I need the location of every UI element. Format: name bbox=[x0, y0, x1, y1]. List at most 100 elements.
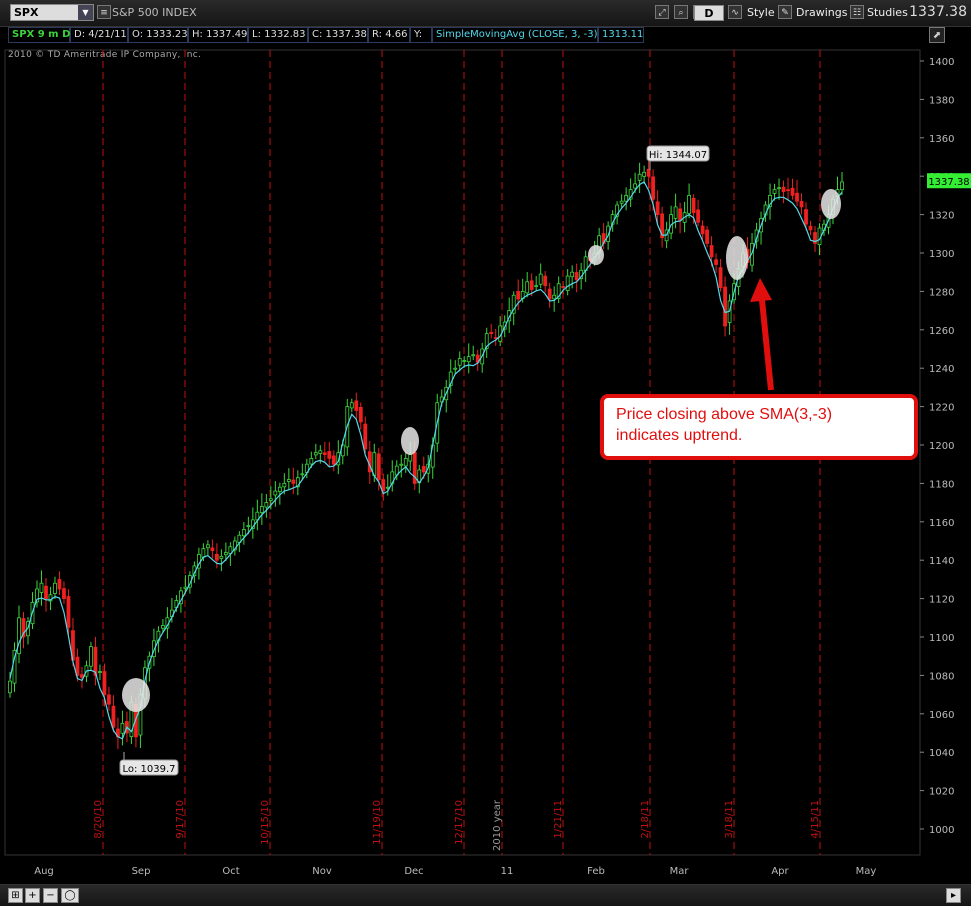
arrow-head bbox=[750, 278, 772, 302]
up-candle-body bbox=[408, 454, 413, 462]
down-candle-body bbox=[291, 479, 296, 484]
down-candle-body bbox=[516, 291, 521, 300]
down-candle-body bbox=[80, 674, 84, 678]
down-candle-body bbox=[651, 176, 656, 200]
down-candle-body bbox=[529, 280, 534, 290]
down-candle-body bbox=[799, 200, 804, 208]
up-candle-body bbox=[201, 548, 206, 558]
down-candle-body bbox=[646, 168, 651, 177]
up-candle-body bbox=[264, 502, 269, 508]
up-candle-body bbox=[300, 473, 305, 476]
up-candle-body bbox=[246, 525, 251, 528]
up-candle-body bbox=[471, 354, 476, 357]
last-price-tag-text: 1337.38 bbox=[928, 177, 969, 188]
zoom-fit-icon[interactable]: ⊞ bbox=[8, 888, 23, 903]
x-month-label: Sep bbox=[132, 866, 151, 877]
up-candle-body bbox=[462, 360, 467, 362]
x-month-label: Apr bbox=[771, 866, 789, 877]
up-candle-body bbox=[8, 680, 12, 694]
up-candle-body bbox=[453, 367, 458, 370]
divider-date-label: 9/17/10 bbox=[175, 800, 186, 839]
zoom-out-icon[interactable]: − bbox=[43, 888, 58, 903]
down-candle-body bbox=[327, 451, 332, 459]
highlight-oval bbox=[122, 678, 150, 712]
zoom-in-icon[interactable]: + bbox=[25, 888, 40, 903]
down-candle-body bbox=[705, 229, 709, 244]
up-candle-body bbox=[318, 450, 323, 454]
down-candle-body bbox=[547, 288, 552, 300]
up-candle-body bbox=[223, 552, 228, 556]
x-month-label: May bbox=[856, 866, 877, 877]
callout-box: Price closing above SMA(3,-3) indicates … bbox=[600, 394, 918, 460]
scroll-right-icon[interactable]: ▸ bbox=[946, 888, 961, 903]
down-candle-body bbox=[709, 245, 714, 258]
y-tick-label: 1040 bbox=[929, 748, 954, 759]
red-arrow bbox=[750, 278, 774, 391]
up-candle-body bbox=[313, 452, 318, 456]
up-candle-body bbox=[120, 723, 125, 734]
down-candle-body bbox=[543, 275, 548, 287]
up-candle-body bbox=[565, 275, 570, 291]
y-tick-label: 1200 bbox=[929, 441, 954, 452]
lo-label: Lo: 1039.7 bbox=[119, 752, 179, 776]
down-candle-body bbox=[696, 209, 700, 223]
up-candle-body bbox=[286, 479, 291, 482]
up-candle-body bbox=[39, 582, 44, 593]
up-candle-body bbox=[273, 490, 278, 496]
up-candle-body bbox=[570, 271, 575, 278]
down-candle-body bbox=[354, 400, 359, 411]
arrow-shaft bbox=[759, 299, 774, 391]
up-candle-body bbox=[161, 625, 165, 629]
y-tick-label: 1100 bbox=[929, 633, 954, 644]
y-tick-label: 1400 bbox=[929, 57, 954, 68]
down-candle-body bbox=[678, 208, 682, 221]
up-candle-body bbox=[89, 646, 93, 667]
last-price-tag: 1337.38 bbox=[927, 173, 971, 189]
y-tick-label: 1260 bbox=[929, 326, 954, 337]
up-candle-body bbox=[399, 463, 404, 466]
sma-line bbox=[9, 181, 843, 740]
oval-icon[interactable]: ◯ bbox=[61, 888, 79, 903]
divider-date-label: 2/18/11 bbox=[640, 800, 651, 839]
divider-date-label: 1/21/11 bbox=[553, 800, 564, 839]
up-candle-body bbox=[277, 486, 282, 492]
down-candle-body bbox=[322, 452, 327, 456]
y-tick-label: 1000 bbox=[929, 825, 954, 836]
y-tick-label: 1320 bbox=[929, 211, 954, 222]
down-candle-body bbox=[214, 553, 219, 561]
down-candle-body bbox=[718, 267, 723, 288]
up-candle-body bbox=[259, 506, 264, 513]
highlight-oval bbox=[588, 245, 604, 265]
down-candle-body bbox=[795, 192, 799, 202]
highlight-oval bbox=[726, 236, 748, 280]
x-month-label: Mar bbox=[670, 866, 690, 877]
up-candle-body bbox=[268, 498, 273, 501]
up-candle-body bbox=[282, 482, 287, 488]
y-tick-label: 1300 bbox=[929, 249, 954, 260]
x-month-label: Nov bbox=[312, 866, 332, 877]
up-candle-body bbox=[241, 529, 246, 537]
up-candle-body bbox=[673, 206, 678, 219]
up-candle-body bbox=[98, 671, 102, 673]
down-candle-body bbox=[331, 455, 336, 465]
up-candle-body bbox=[772, 189, 777, 194]
y-tick-label: 1160 bbox=[929, 518, 954, 529]
down-candle-body bbox=[57, 579, 62, 590]
divider-date-label: 10/15/10 bbox=[260, 800, 271, 845]
y-tick-label: 1220 bbox=[929, 403, 954, 414]
callout-line-2: indicates uptrend. bbox=[616, 427, 743, 444]
up-candle-body bbox=[219, 555, 224, 559]
x-month-label: Dec bbox=[404, 866, 423, 877]
down-candle-body bbox=[655, 201, 660, 216]
down-candle-body bbox=[804, 209, 808, 225]
y-tick-label: 1360 bbox=[929, 134, 954, 145]
down-candle-body bbox=[700, 225, 705, 235]
up-candle-body bbox=[403, 458, 408, 467]
x-axis: Aug Sep Oct Nov Dec 11 Feb Mar Apr May bbox=[34, 866, 876, 877]
down-candle-body bbox=[790, 187, 795, 196]
divider-date-label: 12/17/10 bbox=[454, 800, 465, 845]
callout-line-1: Price closing above SMA(3,-3) bbox=[616, 406, 833, 423]
up-candle-body bbox=[466, 356, 471, 363]
lo-label-text: Lo: 1039.7 bbox=[122, 764, 175, 775]
up-candle-body bbox=[525, 281, 530, 294]
